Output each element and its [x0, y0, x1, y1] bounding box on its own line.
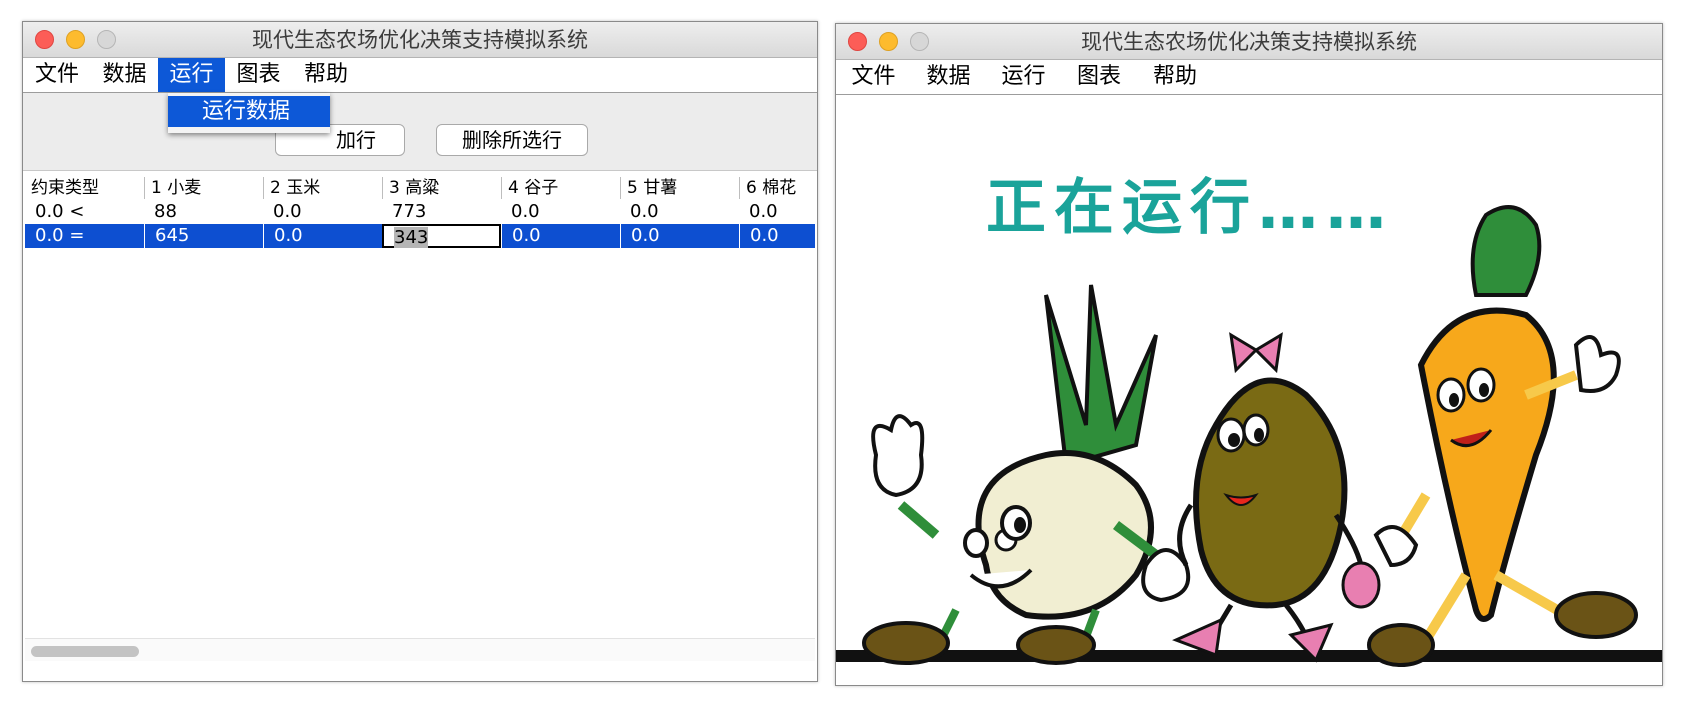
scrollbar-thumb[interactable]	[31, 646, 139, 657]
ground-line	[836, 650, 1662, 662]
column-header[interactable]: 4 谷子	[501, 177, 620, 199]
title-bar[interactable]: 现代生态农场优化决策支持模拟系统	[836, 24, 1662, 60]
run-data-menu-item[interactable]: 运行数据	[168, 96, 330, 127]
column-header[interactable]: 5 甘薯	[620, 177, 739, 199]
potato-character	[1172, 332, 1381, 663]
menu-bar: 文件 数据 运行 图表 帮助	[23, 58, 817, 93]
vegetables-illustration	[836, 205, 1662, 667]
table-cell[interactable]: 0.0	[501, 224, 620, 248]
menu-file[interactable]: 文件	[836, 60, 911, 94]
menu-chart[interactable]: 图表	[1061, 60, 1137, 94]
onion-character	[862, 284, 1191, 665]
table-cell[interactable]: 0.0	[739, 224, 815, 248]
table-cell[interactable]: 0.0	[263, 224, 382, 248]
table-cell[interactable]: 0.0	[501, 200, 620, 224]
menu-file[interactable]: 文件	[23, 58, 91, 92]
delete-selected-rows-button[interactable]: 删除所选行	[436, 124, 588, 156]
title-bar[interactable]: 现代生态农场优化决策支持模拟系统	[23, 22, 817, 58]
running-window: 现代生态农场优化决策支持模拟系统 文件 数据 运行 图表 帮助 正在运行……	[835, 23, 1663, 686]
table-cell[interactable]: 0.0	[263, 200, 382, 224]
menu-data[interactable]: 数据	[911, 60, 986, 94]
table-cell[interactable]: 0.0	[620, 200, 739, 224]
table-cell[interactable]: 0.0 <	[25, 200, 144, 224]
data-window: 现代生态农场优化决策支持模拟系统 文件 数据 运行 图表 帮助 加行 删除所选行…	[22, 21, 818, 682]
window-title: 现代生态农场优化决策支持模拟系统	[252, 28, 588, 52]
table-cell[interactable]: 0.0 =	[25, 224, 144, 248]
run-menu-dropdown: 运行数据	[168, 93, 330, 133]
column-header[interactable]: 约束类型	[25, 177, 143, 199]
menu-help[interactable]: 帮助	[292, 58, 360, 92]
column-header[interactable]: 3 高粱	[382, 177, 501, 199]
toolbar: 加行 删除所选行	[23, 93, 817, 171]
table-cell[interactable]: 88	[144, 200, 263, 224]
table-row[interactable]: 0.0 < 88 0.0 773 0.0 0.0 0.0	[25, 200, 815, 224]
menu-data[interactable]: 数据	[91, 58, 158, 92]
menu-chart[interactable]: 图表	[225, 58, 292, 92]
column-header[interactable]: 1 小麦	[144, 177, 263, 199]
table-row-selected[interactable]: 0.0 = 645 0.0 343 0.0 0.0 0.0	[25, 224, 815, 248]
table-cell[interactable]: 0.0	[620, 224, 739, 248]
cell-edit-text[interactable]: 343	[394, 227, 429, 248]
table-cell-editor[interactable]: 343	[382, 224, 501, 248]
menu-help[interactable]: 帮助	[1137, 60, 1213, 94]
column-header[interactable]: 6 棉花	[739, 177, 815, 199]
table-cell[interactable]: 645	[144, 224, 263, 248]
horizontal-scrollbar[interactable]	[25, 638, 815, 661]
table-cell[interactable]: 0.0	[739, 200, 815, 224]
running-animation-panel: 正在运行……	[836, 95, 1662, 685]
window-title: 现代生态农场优化决策支持模拟系统	[1081, 30, 1417, 54]
menu-run[interactable]: 运行	[986, 60, 1061, 94]
menu-run[interactable]: 运行	[158, 58, 225, 92]
carrot-character	[1367, 205, 1638, 667]
constraint-table: 约束类型 1 小麦 2 玉米 3 高粱 4 谷子 5 甘薯 6 棉花 0.0 <…	[23, 171, 817, 681]
table-cell[interactable]: 773	[382, 200, 501, 224]
column-header[interactable]: 2 玉米	[263, 177, 382, 199]
menu-bar: 文件 数据 运行 图表 帮助	[836, 60, 1662, 95]
